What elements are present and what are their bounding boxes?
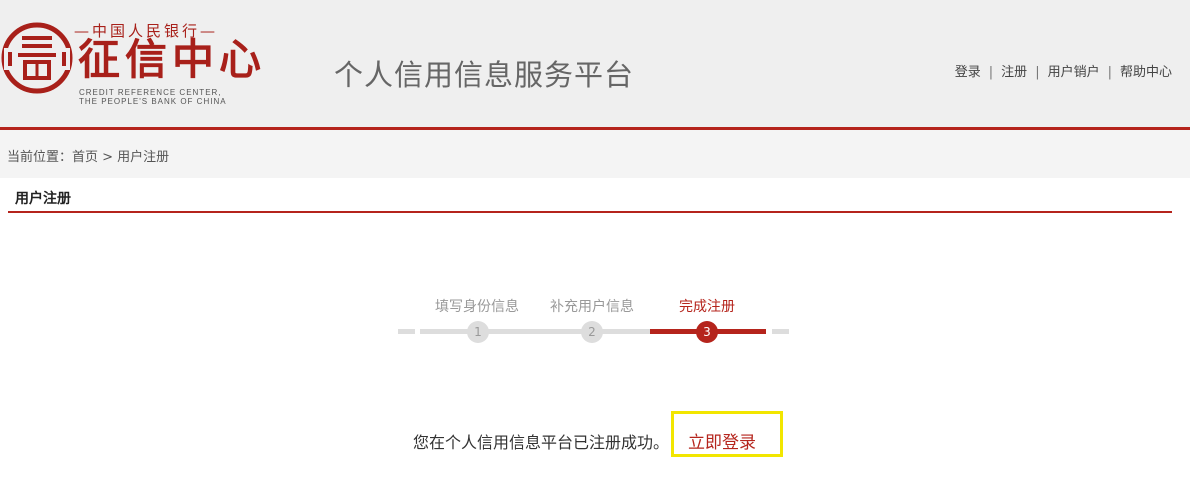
nav-register-link[interactable]: 注册 (1001, 65, 1027, 80)
breadcrumb: 当前位置：首页 > 用户注册 (7, 150, 170, 165)
nav-cancel-account-link[interactable]: 用户销户 (1048, 65, 1100, 80)
page-header: —中国人民银行— 征信中心 CREDIT REFERENCE CENTER, T… (0, 0, 1190, 130)
logo-main-text: 征信中心 (78, 35, 267, 84)
nav-separator: | (988, 65, 994, 80)
breadcrumb-bar: 当前位置：首页 > 用户注册 (0, 130, 1190, 178)
login-now-link[interactable]: 立即登录 (688, 428, 756, 453)
step-2-circle: 2 (581, 321, 603, 343)
registration-success-message: 您在个人信用信息平台已注册成功。 (413, 433, 670, 452)
nav-login-link[interactable]: 登录 (955, 65, 981, 80)
step-3-label: 完成注册 (679, 299, 735, 315)
progress-track-end (772, 329, 789, 334)
section-divider (8, 211, 1172, 213)
progress-track-done (420, 329, 650, 334)
step-1-label: 填写身份信息 (435, 299, 519, 315)
section-title: 用户注册 (15, 191, 71, 207)
platform-title: 个人信用信息服务平台 (334, 58, 635, 92)
logo-english-line1: CREDIT REFERENCE CENTER, (79, 88, 222, 97)
logo-english-line2: THE PEOPLE'S BANK OF CHINA (79, 97, 227, 106)
step-2-label: 补充用户信息 (550, 299, 634, 315)
nav-separator: | (1035, 65, 1040, 80)
progress-track-start (398, 329, 415, 334)
nav-separator: | (1107, 65, 1112, 80)
top-navigation: 登录 | 注册 | 用户销户 | 帮助中心 (955, 61, 1172, 80)
step-1-circle: 1 (467, 321, 489, 343)
credit-center-emblem-icon (1, 22, 73, 94)
nav-help-center-link[interactable]: 帮助中心 (1120, 65, 1172, 80)
step-3-circle: 3 (696, 321, 718, 343)
